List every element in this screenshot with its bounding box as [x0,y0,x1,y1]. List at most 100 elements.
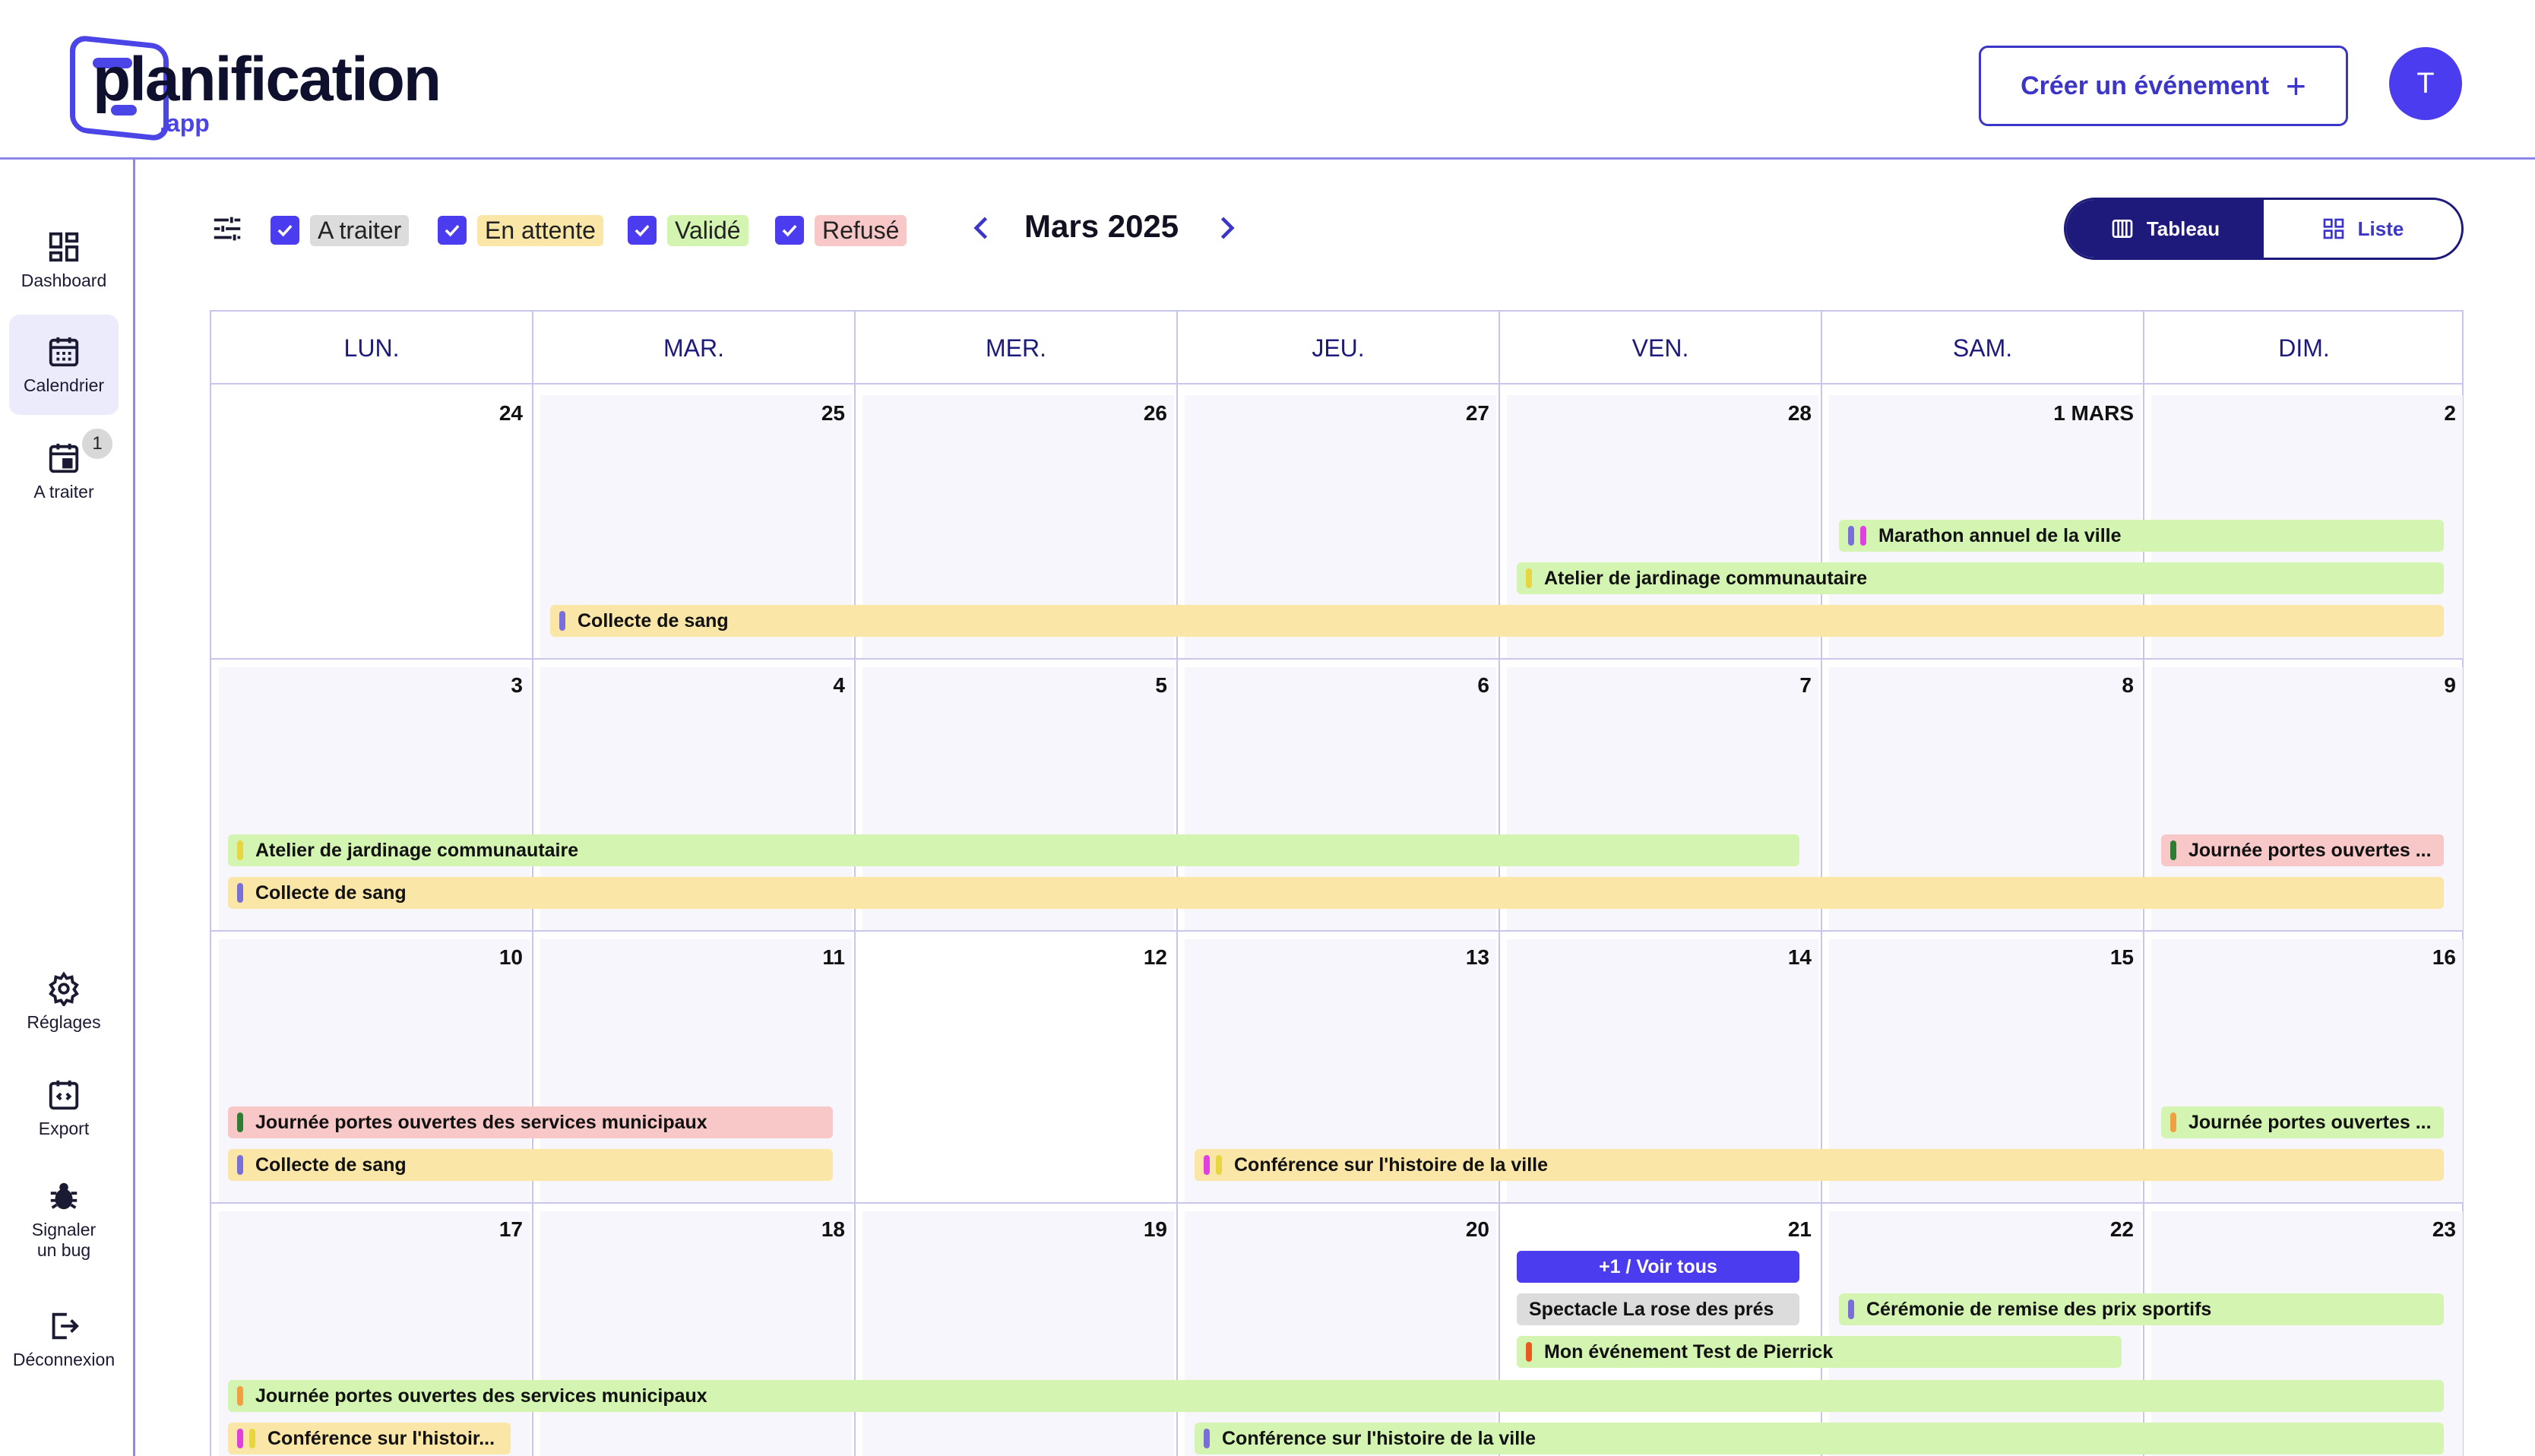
weekday-header: MAR. [663,334,724,362]
calendar-icon [49,337,79,366]
view-tableau-button[interactable]: Tableau [2066,200,2264,258]
filter-label: En attente [477,214,603,246]
chevron-left-icon[interactable] [965,211,998,245]
event-title: Conférence sur l'histoire de la ville [1234,1154,1549,1176]
day-number: 1 MARS [2053,401,2134,425]
status-tick [237,883,243,903]
day-number: 12 [1143,945,1167,969]
status-tick [237,1113,243,1132]
day-number: 17 [498,1217,523,1241]
filter-settings-icon[interactable] [210,211,245,246]
day-cell[interactable] [2151,1211,2463,1456]
sidebar-item-export[interactable]: Export [9,1058,119,1158]
grid-line [211,658,2462,660]
chevron-right-icon[interactable] [1210,211,1243,245]
event-bar[interactable]: Journée portes ouvertes ... [2161,834,2444,866]
status-tick [1848,526,1854,546]
day-number: 15 [2109,945,2134,969]
sidebar-item-deconnexion[interactable]: Déconnexion [9,1289,119,1389]
view-liste-button[interactable]: Liste [2264,200,2461,258]
checkbox-checked-icon[interactable] [271,216,299,245]
view-toggle: Tableau Liste [2064,198,2464,260]
weekday-header: SAM. [1952,334,2013,362]
filter-label: Validé [667,214,748,246]
day-cell[interactable] [862,1211,1174,1456]
event-title: Atelier de jardinage communautaire [255,839,579,861]
app-logo[interactable]: planification .app [70,34,450,143]
sidebar-item-bug[interactable]: Signaler un bug [9,1163,119,1277]
event-bar[interactable]: Conférence sur l'histoire de la ville [1195,1149,2444,1181]
status-tick [1526,568,1532,588]
event-bar[interactable]: Conférence sur l'histoir... [228,1423,511,1454]
filter-en-attente[interactable]: En attente [438,213,603,248]
see-all-events-button[interactable]: +1 / Voir tous [1517,1251,1799,1283]
day-cell[interactable] [219,1211,530,1456]
status-tick [237,1429,243,1448]
day-cell[interactable] [540,1211,852,1456]
create-event-button[interactable]: Créer un événement + [1979,46,2348,126]
checkbox-checked-icon[interactable] [628,216,657,245]
filter-refuse[interactable]: Refusé [775,213,907,248]
filter-a-traiter[interactable]: A traiter [271,213,410,248]
sidebar-item-dashboard[interactable]: Dashboard [9,210,119,310]
status-tick [1204,1155,1210,1175]
status-tick [237,1155,243,1175]
filter-label: A traiter [310,214,410,246]
event-bar[interactable]: Atelier de jardinage communautaire [228,834,1799,866]
see-all-label: +1 / Voir tous [1599,1255,1717,1277]
day-number: 2 [2444,401,2456,425]
app-header: planification .app Créer un événement + … [0,0,2535,160]
event-bar[interactable]: Journée portes ouvertes des services mun… [228,1380,2444,1412]
calendar-grid: LUN. MAR. MER. JEU. VEN. SAM. DIM. 24 25… [210,310,2464,1456]
logo-text: planification [93,45,441,114]
event-title: Conférence sur l'histoire de la ville [1222,1427,1537,1449]
sidebar-item-a-traiter[interactable]: A traiter 1 [9,421,119,521]
calendar-pending-icon [49,443,79,473]
day-number: 10 [498,945,523,969]
checkbox-checked-icon[interactable] [438,216,467,245]
sidebar-item-reglages[interactable]: Réglages [9,951,119,1052]
event-bar[interactable]: Conférence sur l'histoire de la ville [1195,1423,2444,1454]
event-title: Collecte de sang [255,1154,407,1176]
day-number: 8 [2122,673,2134,697]
status-tick [559,611,565,631]
filter-valide[interactable]: Validé [628,213,748,248]
sidebar-item-calendrier[interactable]: Calendrier [9,315,119,415]
event-title: Atelier de jardinage communautaire [1544,567,1868,589]
status-tick [237,1386,243,1406]
event-bar[interactable]: Atelier de jardinage communautaire [1517,562,2444,594]
status-tick [1526,1342,1532,1362]
event-bar[interactable]: Collecte de sang [228,877,2444,909]
day-cell[interactable] [855,932,1176,1204]
day-number: 14 [1787,945,1812,969]
day-number: 20 [1465,1217,1489,1241]
event-title: Conférence sur l'histoir... [267,1427,495,1449]
status-tick [1204,1429,1210,1448]
event-bar[interactable]: Journée portes ouvertes ... [2161,1106,2444,1138]
logout-icon [52,1312,79,1339]
event-title: Journée portes ouvertes ... [2188,839,2432,861]
event-bar[interactable]: Spectacle La rose des prés [1517,1293,1799,1325]
event-title: Cérémonie de remise des prix sportifs [1866,1298,2212,1320]
event-bar[interactable]: Marathon annuel de la ville [1839,520,2444,552]
checkbox-checked-icon[interactable] [775,216,804,245]
event-bar[interactable]: Journée portes ouvertes des services mun… [228,1106,833,1138]
sidebar: Dashboard Calendrier A traiter 1 Réglage… [0,160,135,1456]
day-cell[interactable] [1185,1211,1496,1456]
day-number: 5 [1155,673,1167,697]
day-cell[interactable] [1829,1211,2141,1456]
event-title: Collecte de sang [578,609,729,631]
user-avatar[interactable]: T [2389,47,2462,120]
day-cell[interactable] [211,386,533,658]
view-tableau-label: Tableau [2146,217,2220,240]
event-bar[interactable]: Mon événement Test de Pierrick [1517,1336,2122,1368]
status-tick [2170,840,2176,860]
event-bar[interactable]: Cérémonie de remise des prix sportifs [1839,1293,2444,1325]
day-number: 7 [1799,673,1812,697]
event-bar[interactable]: Collecte de sang [550,605,2444,637]
count-badge: 1 [82,429,112,459]
day-number: 26 [1143,401,1167,425]
columns-icon [2112,220,2133,238]
event-bar[interactable]: Collecte de sang [228,1149,833,1181]
day-number: 3 [511,673,523,697]
